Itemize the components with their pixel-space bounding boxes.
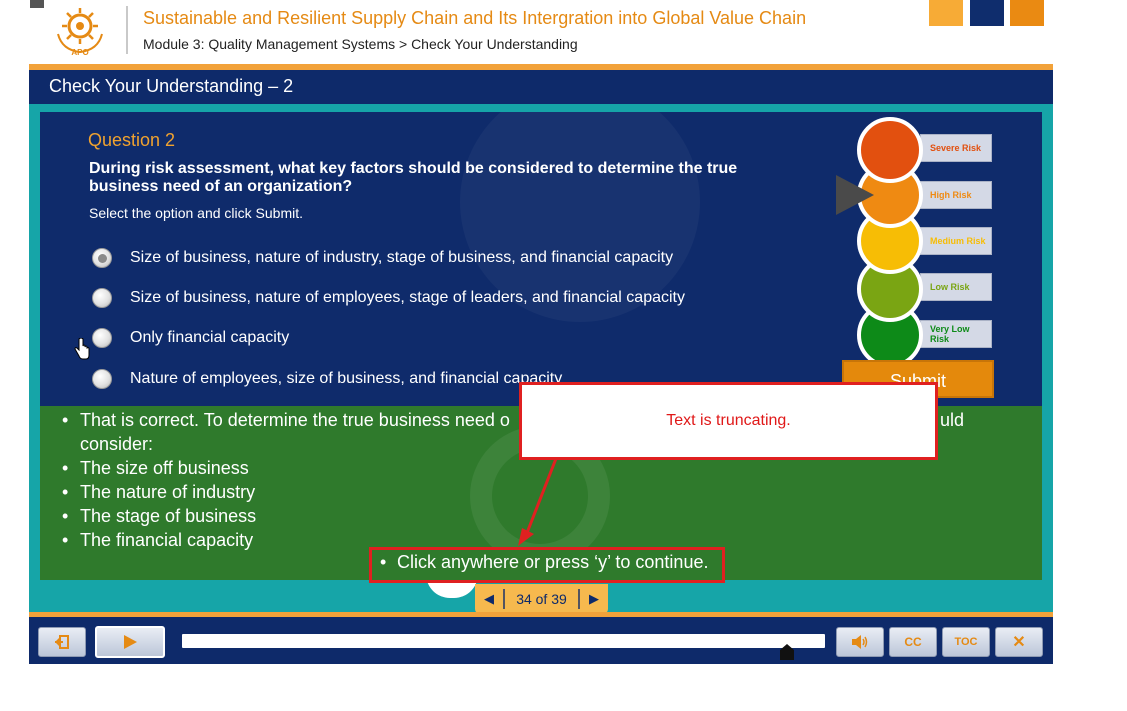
risk-label-low: Low Risk xyxy=(920,273,992,301)
closed-captions-button[interactable]: CC xyxy=(889,627,937,657)
audio-button[interactable] xyxy=(836,627,884,657)
exit-icon xyxy=(55,635,69,649)
annotation-text: Text is truncating. xyxy=(666,412,791,429)
feedback-item: • The nature of industry xyxy=(62,482,256,502)
close-button[interactable]: ✕ xyxy=(995,627,1043,657)
previous-slide-button[interactable]: ◀ xyxy=(475,584,503,614)
play-icon xyxy=(124,635,137,649)
header-accent-square-light-orange xyxy=(929,0,963,26)
risk-label-severe: Severe Risk xyxy=(920,134,992,162)
annotation-callout: Text is truncating. xyxy=(519,382,938,460)
option-label: Only financial capacity xyxy=(130,329,290,346)
feedback-item-text: The financial capacity xyxy=(80,530,254,550)
radio-button-selected[interactable] xyxy=(92,248,112,268)
divider xyxy=(578,589,580,609)
feedback-intro-continuation: consider: xyxy=(80,434,154,454)
slide-title: Check Your Understanding – 2 xyxy=(49,76,294,96)
window-corner-mark xyxy=(30,0,44,8)
risk-label-medium: Medium Risk xyxy=(920,227,992,255)
answer-option-3[interactable]: Only financial capacity xyxy=(92,326,289,350)
risk-indicator-arrow-icon xyxy=(836,175,874,215)
apo-logo: APO xyxy=(57,8,103,56)
triangle-right-icon: ▶ xyxy=(589,591,599,606)
breadcrumb: Module 3: Quality Management Systems > C… xyxy=(143,36,578,52)
svg-text:APO: APO xyxy=(71,48,88,56)
exit-button[interactable] xyxy=(38,627,86,657)
question-text: During risk assessment, what key factors… xyxy=(89,160,738,195)
option-label: Size of business, nature of industry, st… xyxy=(130,249,674,266)
question-number: Question 2 xyxy=(88,130,176,150)
header-divider xyxy=(126,6,128,54)
risk-label-high: High Risk xyxy=(920,181,992,209)
feedback-item: • The financial capacity xyxy=(62,530,254,550)
feedback-item-text: The stage of business xyxy=(80,506,257,526)
risk-label-very-low: Very Low Risk xyxy=(920,320,992,348)
risk-label-text: High Risk xyxy=(930,190,972,200)
risk-label-text: Very Low Risk xyxy=(930,324,970,344)
header-accent-square-navy xyxy=(970,0,1004,26)
answer-option-1[interactable]: Size of business, nature of industry, st… xyxy=(92,246,673,270)
slide-navigator: ◀ 34 of 39 ▶ xyxy=(475,584,608,614)
feedback-intro-text: That is correct. To determine the true b… xyxy=(80,410,510,430)
progress-bar[interactable] xyxy=(182,634,825,648)
feedback-item-text: The nature of industry xyxy=(80,482,256,502)
answer-option-2[interactable]: Size of business, nature of employees, s… xyxy=(92,286,685,310)
risk-label-text: Severe Risk xyxy=(930,143,982,153)
progress-scrubber-icon[interactable] xyxy=(780,644,794,660)
annotation-arrow-icon xyxy=(518,455,559,546)
radio-button[interactable] xyxy=(92,288,112,308)
feedback-item: • The size off business xyxy=(62,458,249,478)
triangle-left-icon: ◀ xyxy=(484,591,494,606)
divider xyxy=(503,589,505,609)
speaker-icon xyxy=(852,635,868,649)
option-label: Size of business, nature of employees, s… xyxy=(130,289,685,306)
option-label: Nature of employees, size of business, a… xyxy=(130,370,563,387)
close-icon: ✕ xyxy=(1012,634,1026,651)
course-title: Sustainable and Resilient Supply Chain a… xyxy=(143,8,807,28)
feedback-intro-tail: uld xyxy=(940,410,965,430)
feedback-item-text: The size off business xyxy=(80,458,249,478)
question-instruction: Select the option and click Submit. xyxy=(89,205,304,221)
continue-prompt-text: Click anywhere or press ‘y’ to continue. xyxy=(397,552,709,572)
continue-prompt[interactable]: • Click anywhere or press ‘y’ to continue… xyxy=(380,552,708,572)
risk-label-text: Medium Risk xyxy=(930,236,986,246)
table-of-contents-button[interactable]: TOC xyxy=(942,627,990,657)
next-slide-button[interactable]: ▶ xyxy=(580,584,608,614)
radio-button[interactable] xyxy=(92,369,112,389)
play-button[interactable] xyxy=(95,626,165,658)
risk-circle-severe xyxy=(857,117,923,183)
feedback-intro-line: • That is correct. To determine the true … xyxy=(62,410,510,430)
risk-label-text: Low Risk xyxy=(930,282,970,292)
radio-button[interactable] xyxy=(92,328,112,348)
answer-option-4[interactable]: Nature of employees, size of business, a… xyxy=(92,367,562,391)
feedback-item: • The stage of business xyxy=(62,506,257,526)
slide-counter: 34 of 39 xyxy=(516,591,567,607)
hand-cursor-icon xyxy=(74,338,90,360)
header-accent-square-orange xyxy=(1010,0,1044,26)
